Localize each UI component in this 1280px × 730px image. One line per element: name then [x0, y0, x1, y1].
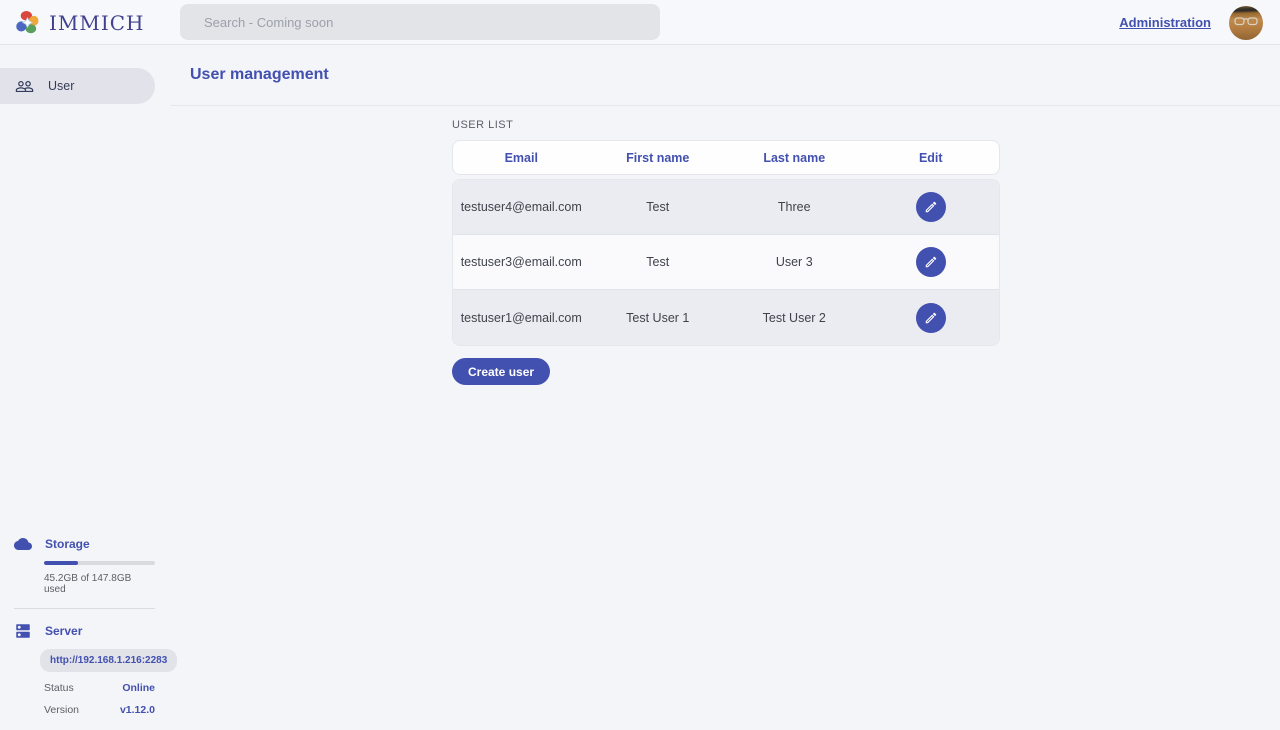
- cell-first-name: Test: [590, 200, 727, 214]
- topbar-right: Administration: [1119, 0, 1263, 45]
- cell-first-name: Test User 1: [590, 311, 727, 325]
- storage-header: Storage: [0, 535, 155, 553]
- edit-user-button[interactable]: [916, 303, 946, 333]
- table-header: Email First name Last name Edit: [452, 140, 1000, 175]
- cell-email: testuser4@email.com: [453, 200, 590, 214]
- storage-progress-fill: [44, 561, 78, 565]
- server-url-badge: http://192.168.1.216:2283: [40, 649, 177, 672]
- status-value: Online: [122, 682, 155, 694]
- glasses-photo-icon: [1233, 15, 1259, 28]
- search-input[interactable]: [180, 4, 660, 40]
- storage-progress-bar: [44, 561, 155, 565]
- people-icon: [15, 77, 34, 96]
- cell-edit: [863, 192, 1000, 222]
- user-avatar[interactable]: [1229, 6, 1263, 40]
- table-row: testuser1@email.com Test User 1 Test Use…: [453, 290, 999, 345]
- server-version-row: Version v1.12.0: [44, 704, 155, 716]
- cell-last-name: Test User 2: [726, 311, 863, 325]
- server-status-row: Status Online: [44, 682, 155, 694]
- app-title: IMMICH: [49, 11, 145, 35]
- table-body: testuser4@email.com Test Three testuser3…: [452, 179, 1000, 346]
- pencil-icon: [924, 255, 938, 269]
- create-user-button[interactable]: Create user: [452, 358, 550, 385]
- cell-edit: [863, 247, 1000, 277]
- sidebar-item-user[interactable]: User: [0, 68, 155, 104]
- column-header-edit: Edit: [863, 151, 1000, 165]
- pencil-icon: [924, 200, 938, 214]
- version-value: v1.12.0: [120, 704, 155, 716]
- immich-flower-icon: [14, 9, 41, 36]
- sidebar-divider: [14, 608, 155, 609]
- titlebar: User management: [171, 45, 1280, 106]
- cell-email: testuser1@email.com: [453, 311, 590, 325]
- main-content: User management USER LIST Email First na…: [171, 45, 1280, 730]
- server-title: Server: [45, 624, 82, 638]
- app-logo[interactable]: IMMICH: [14, 0, 145, 45]
- storage-title: Storage: [45, 537, 90, 551]
- edit-user-button[interactable]: [916, 192, 946, 222]
- sidebar-status-panel: Storage 45.2GB of 147.8GB used Server ht…: [0, 535, 155, 716]
- sidebar: User Storage 45.2GB of 147.8GB used Serv…: [0, 45, 171, 730]
- section-title: USER LIST: [452, 119, 1000, 131]
- administration-link[interactable]: Administration: [1119, 15, 1211, 30]
- cloud-icon: [14, 535, 32, 553]
- server-header: Server: [0, 622, 155, 640]
- cell-last-name: Three: [726, 200, 863, 214]
- storage-usage-text: 45.2GB of 147.8GB used: [44, 573, 155, 595]
- column-header-first-name: First name: [590, 151, 727, 165]
- column-header-email: Email: [453, 151, 590, 165]
- server-dns-icon: [14, 622, 32, 640]
- user-list-section: USER LIST Email First name Last name Edi…: [452, 119, 1000, 385]
- sidebar-item-label: User: [48, 79, 74, 93]
- cell-last-name: User 3: [726, 255, 863, 269]
- top-bar: IMMICH Administration: [0, 0, 1280, 45]
- table-row: testuser4@email.com Test Three: [453, 180, 999, 235]
- pencil-icon: [924, 311, 938, 325]
- cell-first-name: Test: [590, 255, 727, 269]
- status-label: Status: [44, 682, 74, 694]
- column-header-last-name: Last name: [726, 151, 863, 165]
- cell-email: testuser3@email.com: [453, 255, 590, 269]
- page-title: User management: [190, 66, 329, 84]
- edit-user-button[interactable]: [916, 247, 946, 277]
- table-row: testuser3@email.com Test User 3: [453, 235, 999, 290]
- version-label: Version: [44, 704, 79, 716]
- cell-edit: [863, 303, 1000, 333]
